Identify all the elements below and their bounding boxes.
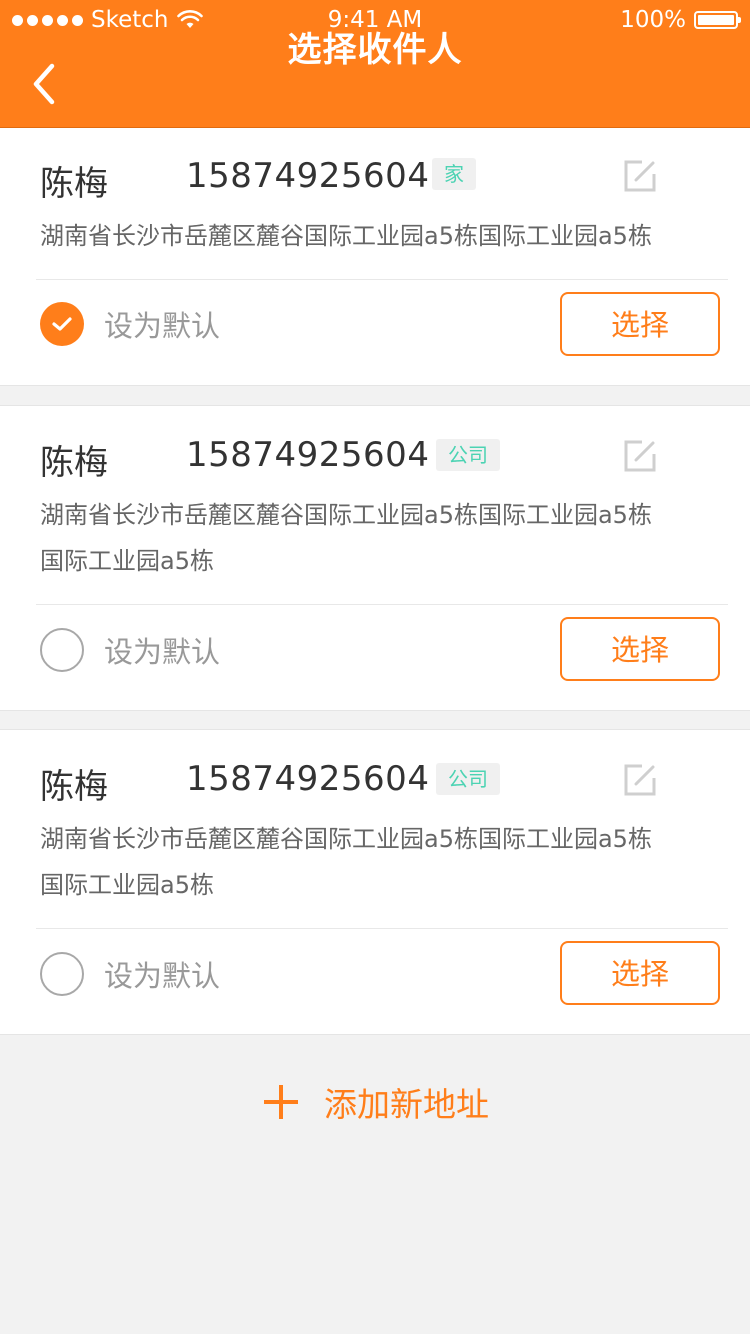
recipient-phone: 15874925604 [186,759,430,799]
address-card: 陈梅 15874925604 公司 湖南省长沙市岳麓区麓谷国际工业园a5栋国际工… [0,405,750,711]
address-card: 陈梅 15874925604 家 湖南省长沙市岳麓区麓谷国际工业园a5栋国际工业… [0,128,750,386]
edit-icon[interactable] [622,762,658,798]
unchecked-radio[interactable] [40,628,84,672]
recipient-name: 陈梅 [40,767,108,807]
set-default-label: 设为默认 [104,309,221,343]
divider [36,604,728,605]
recipient-phone: 15874925604 [186,156,430,196]
nav-bar [0,40,750,128]
checked-radio[interactable] [40,302,84,346]
address-tag: 公司 [436,439,500,471]
address-line: 国际工业园a5栋 [40,547,214,575]
status-right: 100% [620,0,741,40]
recipient-phone: 15874925604 [186,435,430,475]
add-address-label: 添加新地址 [324,1085,489,1124]
select-button[interactable]: 选择 [560,617,720,681]
address-card: 陈梅 15874925604 公司 湖南省长沙市岳麓区麓谷国际工业园a5栋国际工… [0,729,750,1035]
address-line: 湖南省长沙市岳麓区麓谷国际工业园a5栋国际工业园a5栋 [40,825,652,853]
address-text: 湖南省长沙市岳麓区麓谷国际工业园a5栋国际工业园a5栋 国际工业园a5栋 [40,492,710,584]
address-text: 湖南省长沙市岳麓区麓谷国际工业园a5栋国际工业园a5栋 国际工业园a5栋 [40,816,710,908]
address-tag: 公司 [436,763,500,795]
divider [36,928,728,929]
address-line: 国际工业园a5栋 [40,871,214,899]
address-tag: 家 [432,158,476,190]
header: Sketch 9:41 AM 100% 选择收件人 [0,0,750,128]
set-default-toggle[interactable]: 设为默认 [40,302,220,346]
set-default-label: 设为默认 [104,959,221,993]
battery-percent: 100% [620,7,686,33]
select-button[interactable]: 选择 [560,292,720,356]
chevron-left-icon [33,63,55,105]
edit-icon[interactable] [622,438,658,474]
set-default-toggle[interactable]: 设为默认 [40,952,220,996]
plus-icon [264,1085,298,1119]
status-bar: Sketch 9:41 AM 100% [0,0,750,40]
recipient-name: 陈梅 [40,164,108,204]
battery-icon [694,11,741,29]
unchecked-radio[interactable] [40,952,84,996]
set-default-label: 设为默认 [104,635,221,669]
select-button[interactable]: 选择 [560,941,720,1005]
address-text: 湖南省长沙市岳麓区麓谷国际工业园a5栋国际工业园a5栋 [40,213,710,259]
recipient-name: 陈梅 [40,443,108,483]
add-address-button[interactable]: 添加新地址 [262,1078,489,1126]
back-button[interactable] [28,62,64,106]
address-line: 湖南省长沙市岳麓区麓谷国际工业园a5栋国际工业园a5栋 [40,501,652,529]
divider [36,279,728,280]
check-icon [52,317,72,331]
set-default-toggle[interactable]: 设为默认 [40,628,220,672]
address-line: 湖南省长沙市岳麓区麓谷国际工业园a5栋国际工业园a5栋 [40,222,652,250]
edit-icon[interactable] [622,158,658,194]
